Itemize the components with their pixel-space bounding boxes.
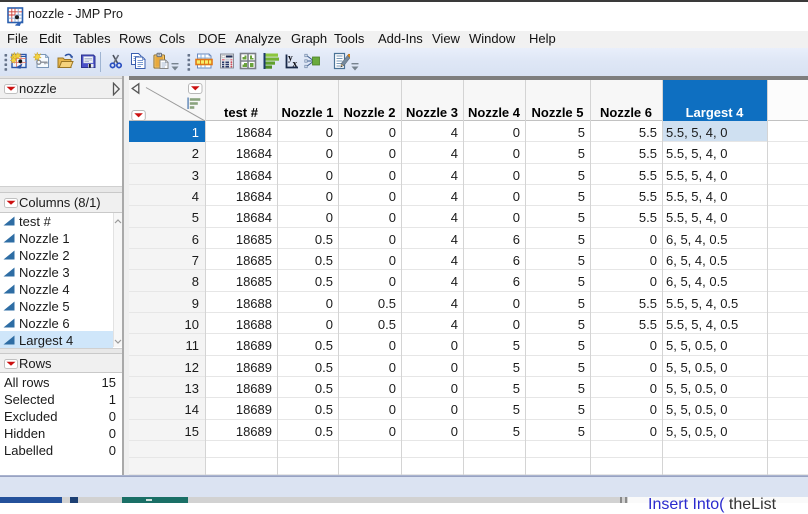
svg-text:x: x [293,60,298,70]
